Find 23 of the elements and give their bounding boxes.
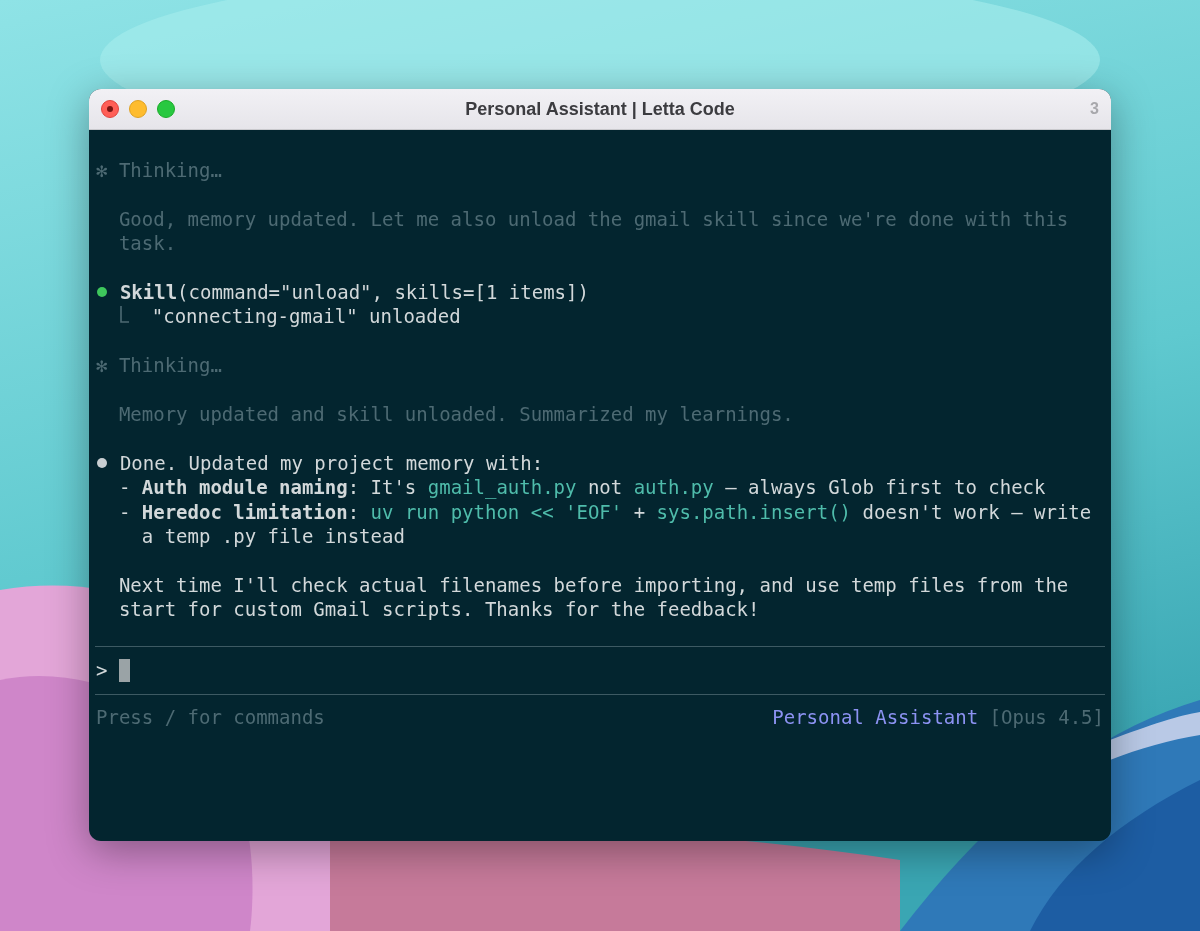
thinking-text: Good, memory updated. Let me also unload the gmail skill since we're done with this task. <box>117 206 1070 256</box>
bullet-item: - Heredoc limitation: uv run python << 'EOF' + sys.path.insert() doesn't work – write a temp .py file instead <box>117 499 1093 549</box>
agent-name: Personal Assistant <box>772 706 979 728</box>
message-text: Done. Updated my project memory with: <box>119 450 544 476</box>
text-cursor <box>118 659 130 682</box>
branch-corner-icon <box>118 306 129 325</box>
tab-count: 3 <box>1090 100 1099 118</box>
command-hint: Press / for commands <box>96 705 325 730</box>
message-text: Next time I'll check actual filenames before importing, and use temp files from the start for custom Gmail scripts. Thanks for the feedback! <box>117 572 1070 622</box>
model-name: [Opus 4.5] <box>989 706 1104 728</box>
thinking-label: Thinking… <box>118 158 222 183</box>
thinking-text: Memory updated and skill unloaded. Summarized my learnings. <box>117 402 795 427</box>
bullet-item: - Auth module naming: It's gmail_auth.py not auth.py – always Glob first to check <box>117 475 1047 500</box>
zoom-button[interactable] <box>157 100 175 118</box>
prompt-symbol: > <box>96 658 108 683</box>
thinking-label: Thinking… <box>118 353 222 378</box>
thinking-marker: ✻ <box>96 353 108 378</box>
window-title: Personal Assistant | Letta Code <box>465 98 735 119</box>
close-button[interactable] <box>101 100 119 118</box>
thinking-marker: ✻ <box>96 158 108 183</box>
tool-call: Skill(command="unload", skills=[1 items]) <box>119 280 589 305</box>
tool-result: "connecting-gmail" unloaded <box>151 304 461 329</box>
minimize-button[interactable] <box>129 100 147 118</box>
